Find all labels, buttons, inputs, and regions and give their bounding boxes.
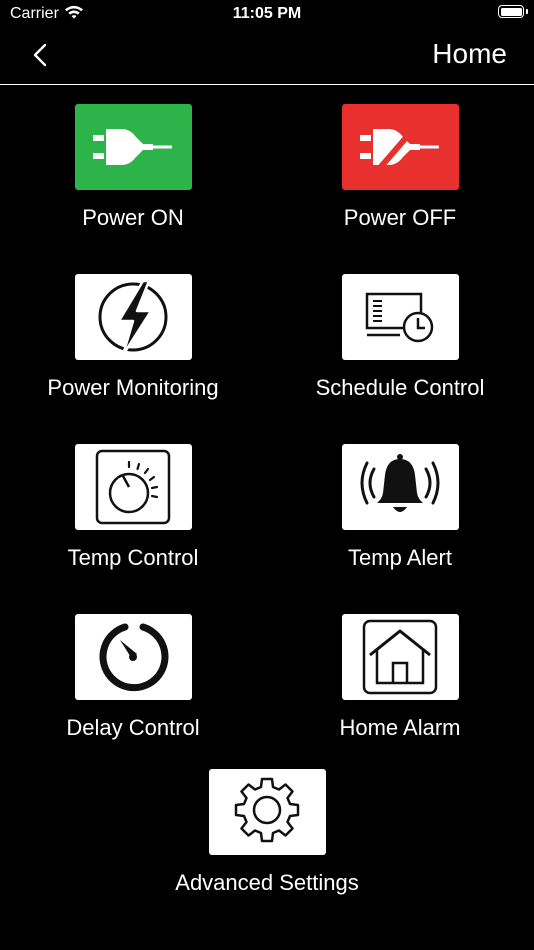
temp-alert-tile[interactable] [341,444,459,530]
status-bar: Carrier 11:05 PM [0,0,534,30]
delay-control-button[interactable]: Delay Control [33,614,233,741]
battery-icon [498,5,528,18]
temp-control-tile[interactable] [74,444,192,530]
temp-control-button[interactable]: Temp Control [33,444,233,571]
home-alarm-label: Home Alarm [339,715,461,740]
power-monitoring-label: Power Monitoring [47,375,219,400]
gear-icon [234,777,300,843]
advanced-settings-label: Advanced Settings [175,870,359,895]
delay-control-tile[interactable] [74,614,192,700]
power-monitoring-button[interactable]: Power Monitoring [33,274,233,401]
page-title: Home [432,38,507,69]
temp-alert-label: Temp Alert [348,545,452,570]
navigation-bar: Home [0,30,534,85]
home-alarm-button[interactable]: Home Alarm [300,614,500,741]
power-monitoring-tile[interactable] [74,274,192,360]
schedule-clock-icon [365,292,434,343]
thermostat-dial-icon [95,449,171,525]
alarm-bell-icon [360,454,440,512]
lightning-icon [98,279,168,357]
schedule-control-tile[interactable] [341,274,459,360]
advanced-settings-button[interactable]: Advanced Settings [167,769,367,896]
power-on-tile[interactable] [74,104,192,190]
schedule-control-label: Schedule Control [315,375,485,400]
temp-control-label: Temp Control [67,545,199,570]
temp-alert-button[interactable]: Temp Alert [300,444,500,571]
power-plug-icon [93,129,172,165]
delay-control-label: Delay Control [66,715,200,740]
power-off-label: Power OFF [343,205,457,230]
chevron-left-icon [33,43,47,67]
power-on-button[interactable]: Power ON [33,104,233,231]
power-off-button[interactable]: Power OFF [300,104,500,231]
advanced-settings-tile[interactable] [208,769,326,855]
schedule-control-button[interactable]: Schedule Control [300,274,500,401]
timer-icon [99,623,169,692]
power-plug-off-icon [360,123,439,171]
power-off-tile[interactable] [341,104,459,190]
status-time: 11:05 PM [232,5,302,22]
power-on-label: Power ON [82,205,184,230]
house-icon [362,619,438,695]
home-alarm-tile[interactable] [341,614,459,700]
back-button[interactable] [30,42,54,70]
